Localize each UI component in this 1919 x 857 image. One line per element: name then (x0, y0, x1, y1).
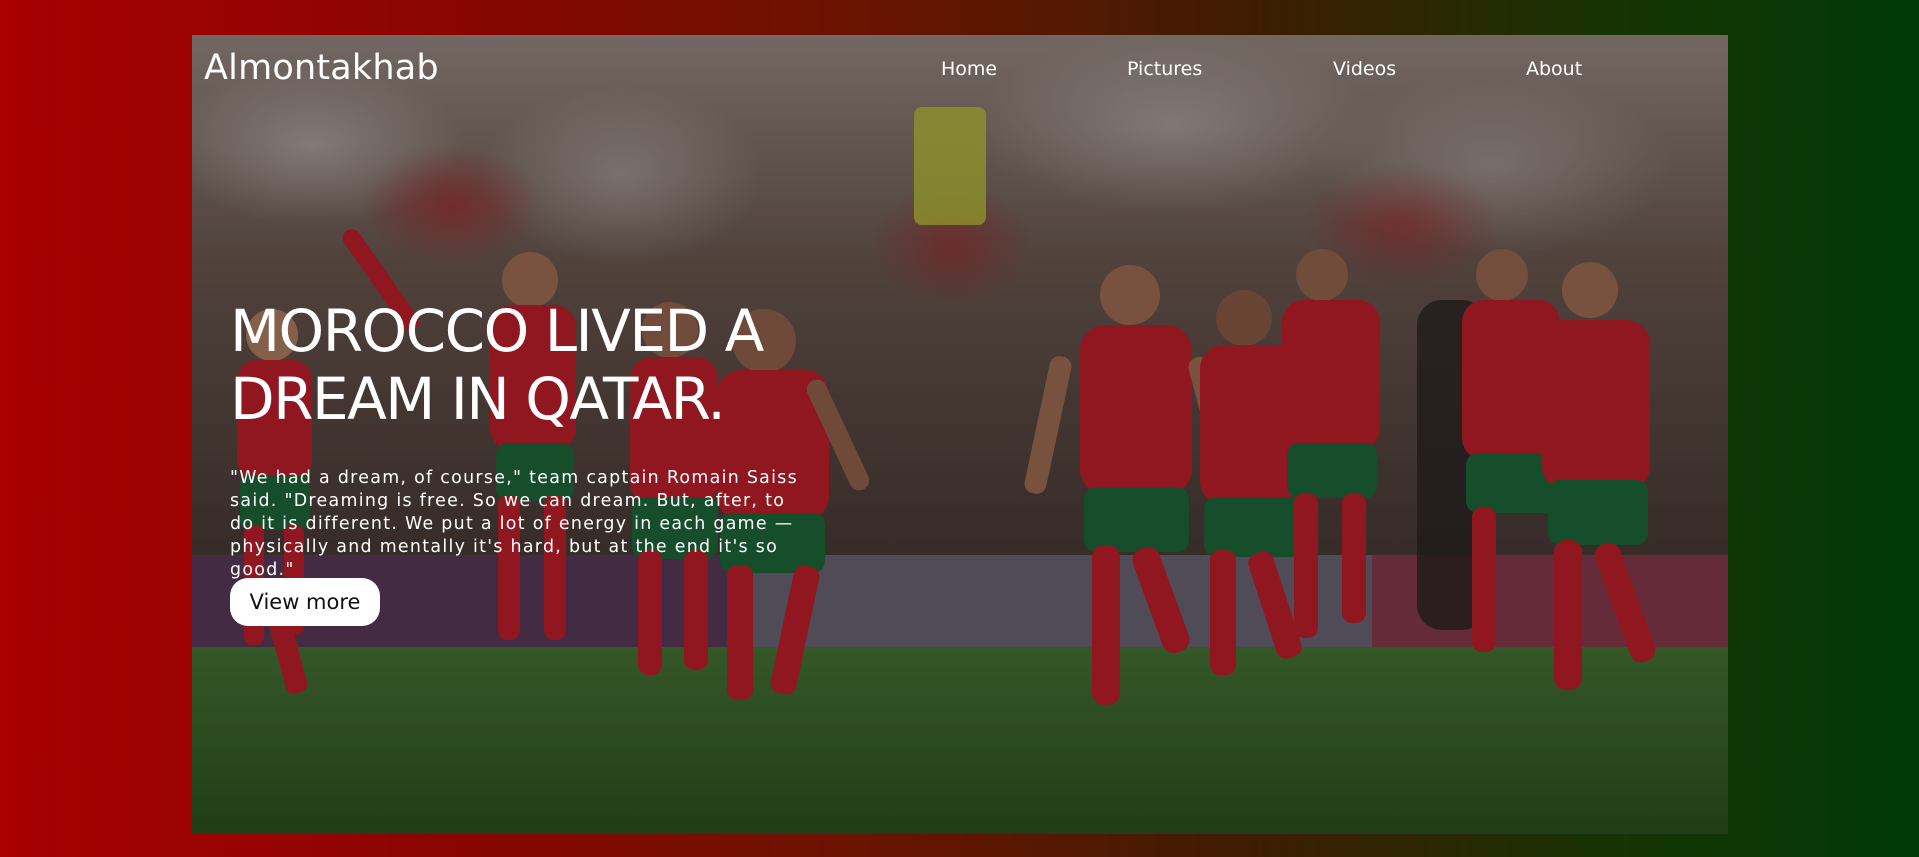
top-nav: Home Pictures Videos About (192, 56, 1728, 82)
hero-section: Almontakhab Home Pictures Videos About M… (192, 35, 1728, 834)
hero-headline: MOROCCO LIVED A DREAM IN QATAR. (230, 297, 764, 433)
hero-dark-overlay (192, 35, 1728, 834)
nav-link-home[interactable]: Home (941, 56, 997, 82)
nav-link-pictures[interactable]: Pictures (1127, 56, 1202, 82)
nav-link-about[interactable]: About (1526, 56, 1582, 82)
view-more-button[interactable]: View more (230, 578, 380, 626)
hero-quote: "We had a dream, of course," team captai… (230, 468, 798, 580)
nav-link-videos[interactable]: Videos (1333, 56, 1396, 82)
